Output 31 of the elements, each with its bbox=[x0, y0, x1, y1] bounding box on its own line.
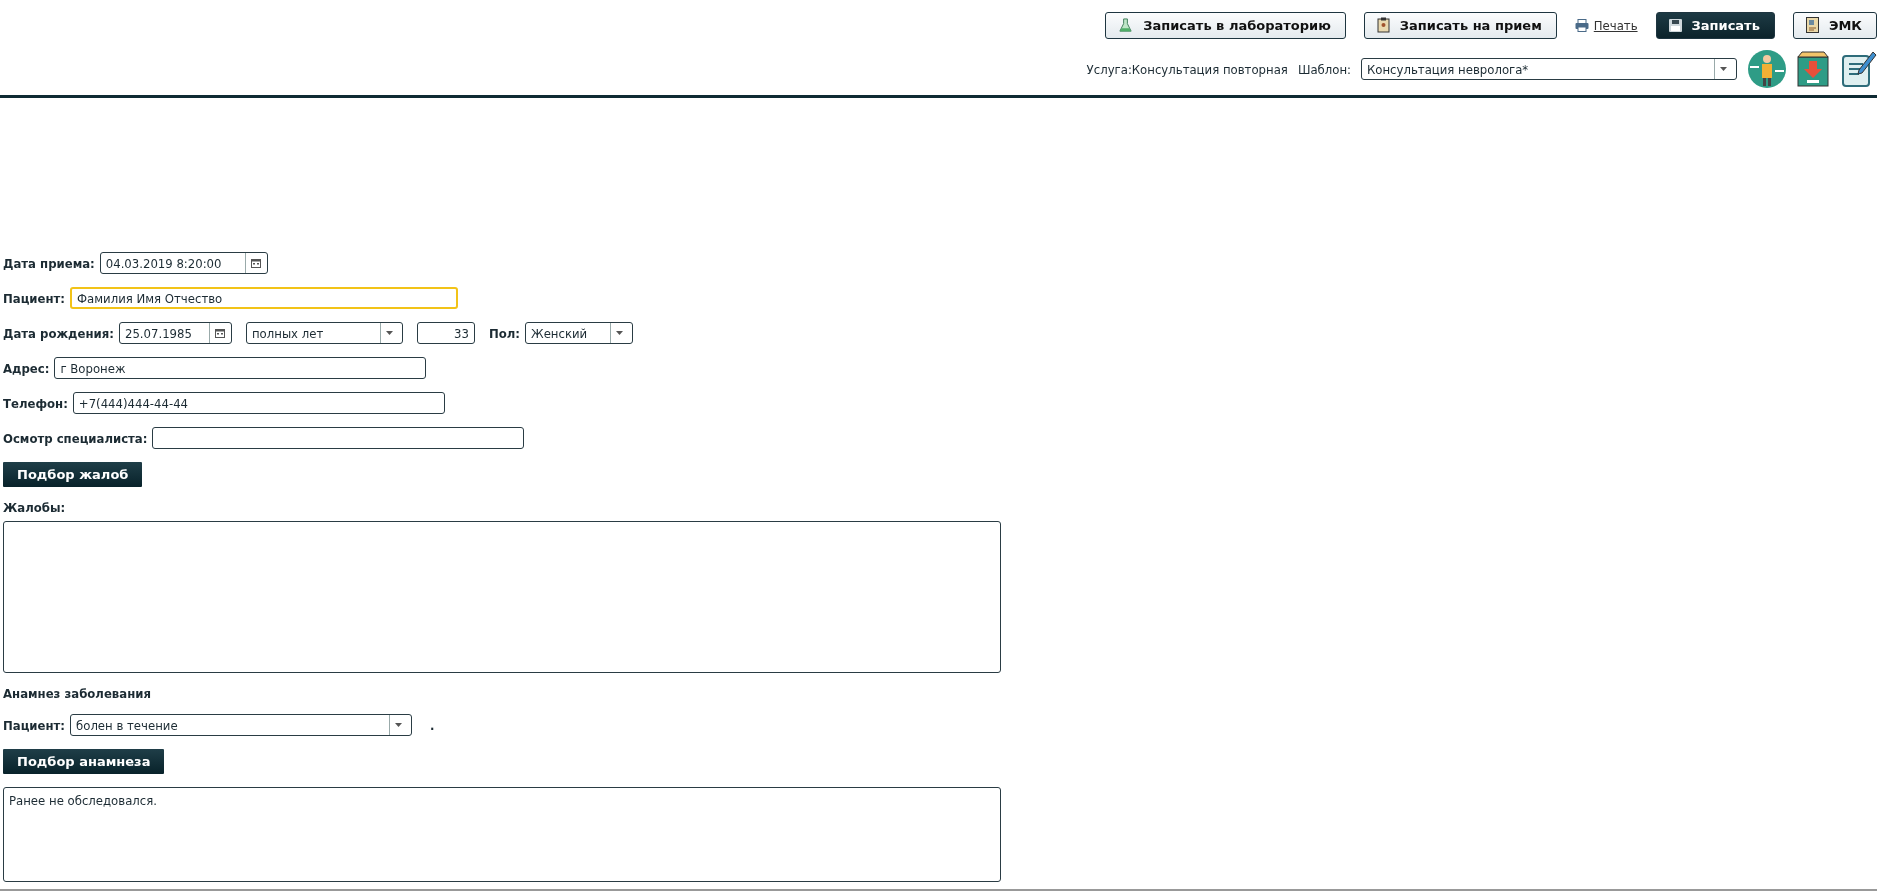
field-label: Жалобы: bbox=[3, 500, 67, 515]
anamnesis-select[interactable]: болен в течение bbox=[70, 714, 413, 736]
patient-input[interactable]: Фамилия Имя Отчество bbox=[70, 287, 459, 309]
period-text: . bbox=[430, 717, 435, 733]
field-label: Пациент: bbox=[3, 290, 66, 306]
section-title: Анамнез заболевания bbox=[3, 686, 152, 701]
date-input[interactable]: 04.03.2019 8:20:00 bbox=[99, 252, 268, 274]
address-input[interactable]: г Воронеж bbox=[54, 357, 427, 379]
select-anamnesis-button[interactable]: Подбор анамнеза bbox=[3, 749, 165, 774]
field-label: Дата рождения: bbox=[3, 325, 114, 341]
service-label: Услуга:Консультация повторная bbox=[1086, 61, 1288, 77]
template-label: Шаблон: bbox=[1297, 61, 1351, 77]
phone-input[interactable]: +7(444)444-44-44 bbox=[72, 392, 445, 414]
anamnesis-textarea[interactable]: Ранее не обследовался. bbox=[3, 787, 1001, 882]
birth-date-input[interactable]: 25.07.1985 bbox=[118, 322, 232, 344]
field-label: Адрес: bbox=[3, 360, 50, 376]
toolbar-button[interactable]: ЭМК bbox=[1792, 11, 1877, 39]
age-input[interactable]: 33 bbox=[416, 322, 475, 344]
age-unit-select[interactable]: полных лет bbox=[245, 322, 403, 344]
select-complaints-button[interactable]: Подбор жалоб bbox=[3, 462, 143, 487]
field-label: Телефон: bbox=[3, 395, 68, 411]
field-label: Пациент: bbox=[3, 717, 66, 733]
field-label: Дата приема: bbox=[3, 255, 95, 271]
field-label: Осмотр специалиста: bbox=[3, 430, 148, 446]
field-label: Пол: bbox=[488, 325, 521, 341]
sex-select[interactable]: Женский bbox=[525, 322, 634, 344]
toolbar-button[interactable]: Записать на прием bbox=[1363, 11, 1557, 39]
toolbar-button[interactable]: Записать в лабораторию bbox=[1105, 11, 1346, 39]
save-button[interactable]: Записать bbox=[1655, 11, 1775, 39]
print-link[interactable]: Печать bbox=[1574, 17, 1638, 33]
template-select[interactable]: Консультация невролога* bbox=[1361, 58, 1737, 80]
